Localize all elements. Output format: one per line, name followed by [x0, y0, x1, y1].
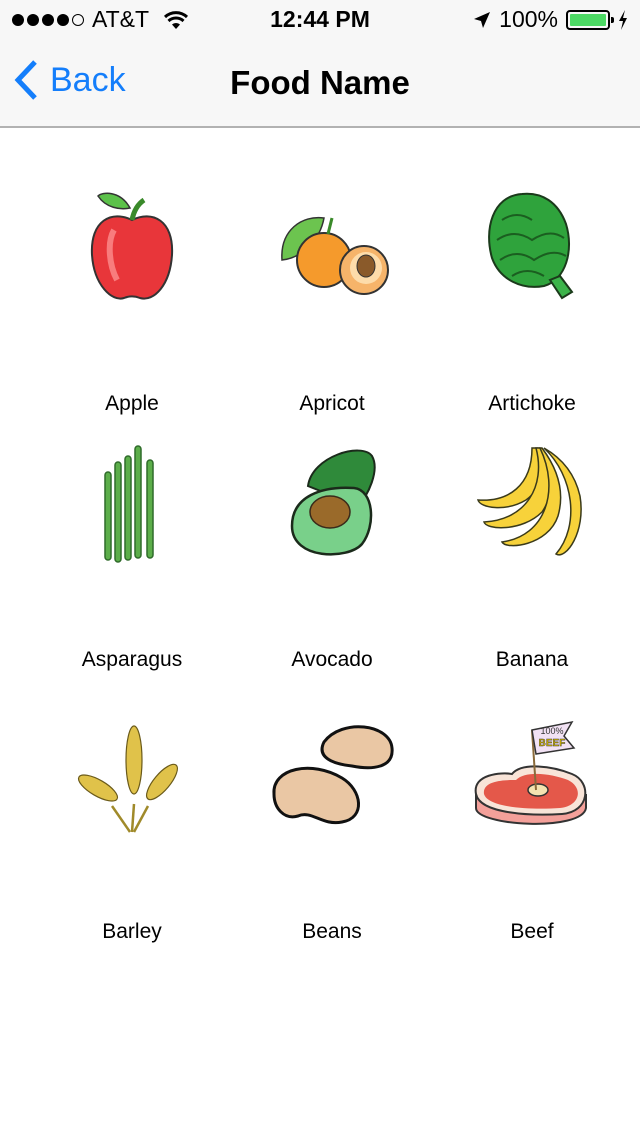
- food-label: Beef: [510, 920, 554, 943]
- battery-icon: [566, 9, 614, 30]
- header: AT&T 12:44 PM 100% Back Food Name: [0, 0, 640, 128]
- beef-flag-line1: 100%: [540, 726, 563, 736]
- food-item-apple[interactable]: Apple: [32, 180, 232, 415]
- food-item-apricot[interactable]: Apricot: [232, 180, 432, 415]
- barley-illustration-icon: [77, 725, 179, 833]
- battery-percent: 100%: [499, 6, 558, 32]
- food-item-asparagus[interactable]: Asparagus: [32, 436, 232, 671]
- page-title: Food Name: [230, 64, 410, 101]
- food-label: Banana: [495, 648, 569, 671]
- beef-illustration-icon: 100% BEEF: [474, 720, 587, 825]
- food-item-artichoke[interactable]: Artichoke: [432, 180, 632, 415]
- apricot-illustration-icon: [281, 216, 389, 295]
- food-label: Beans: [302, 920, 362, 943]
- food-item-banana[interactable]: Banana: [432, 436, 632, 671]
- asparagus-illustration-icon: [104, 445, 154, 563]
- charging-bolt-icon: [619, 9, 627, 30]
- food-label: Apricot: [299, 392, 365, 415]
- beef-flag-line2: BEEF: [539, 738, 566, 749]
- beans-illustration-icon: [272, 725, 394, 825]
- food-item-barley[interactable]: Barley: [32, 708, 232, 943]
- food-label: Apple: [105, 392, 159, 415]
- food-label: Asparagus: [81, 648, 183, 671]
- artichoke-illustration-icon: [488, 192, 574, 300]
- food-item-beans[interactable]: Beans: [232, 708, 432, 943]
- food-label: Avocado: [291, 648, 373, 671]
- apple-illustration-icon: [90, 192, 174, 300]
- food-item-beef[interactable]: 100% BEEF Beef: [432, 708, 632, 943]
- navigation-bar: Back Food Name: [0, 40, 640, 128]
- avocado-illustration-icon: [290, 449, 376, 556]
- food-label: Barley: [102, 920, 162, 943]
- status-bar: AT&T 12:44 PM 100%: [0, 0, 640, 40]
- banana-illustration-icon: [477, 447, 582, 556]
- location-arrow-icon: [474, 11, 491, 28]
- food-label: Artichoke: [488, 392, 576, 415]
- food-item-avocado[interactable]: Avocado: [232, 436, 432, 671]
